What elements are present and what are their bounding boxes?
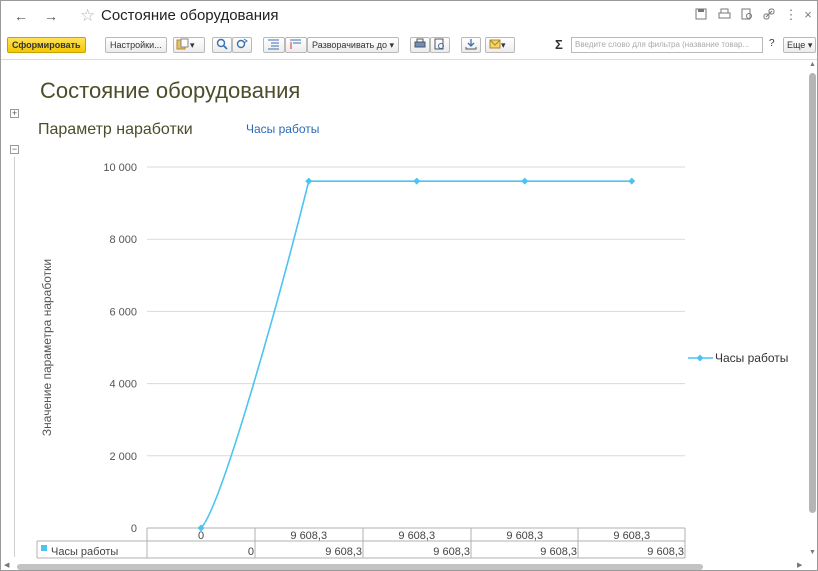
y-tick-label: 2 000 (109, 451, 137, 463)
table-cell-value: 9 608,3 (433, 546, 470, 558)
legend-label: Часы работы (715, 351, 788, 365)
data-point (413, 177, 421, 185)
vertical-scrollbar[interactable]: ▲ ▼ (807, 61, 817, 561)
dropdown-arrow-icon: ▾ (807, 40, 813, 50)
category-tick-label: 9 608,3 (506, 530, 543, 542)
y-axis-label: Значение параметра наработки (40, 259, 54, 436)
data-point (521, 177, 529, 185)
legend-marker (696, 354, 704, 362)
y-tick-label: 8 000 (109, 234, 137, 246)
vertical-scroll-thumb[interactable] (809, 73, 816, 513)
y-tick-label: 6 000 (109, 306, 137, 318)
table-row-label: Часы работы (51, 546, 118, 558)
table-legend-swatch (41, 545, 47, 551)
data-point (628, 177, 636, 185)
y-tick-label: 10 000 (103, 162, 137, 174)
category-tick-label: 0 (198, 530, 204, 542)
table-cell-value: 0 (248, 546, 254, 558)
scroll-up-icon[interactable]: ▲ (809, 61, 816, 68)
table-cell-value: 9 608,3 (540, 546, 577, 558)
table-cell-value: 9 608,3 (325, 546, 362, 558)
report-window: ← → ☆ Состояние оборудования ⋮ × Сформир… (0, 0, 818, 571)
scroll-down-icon[interactable]: ▼ (809, 549, 816, 556)
series-line (200, 180, 632, 529)
y-tick-label: 4 000 (109, 379, 137, 391)
category-tick-label: 9 608,3 (613, 530, 650, 542)
data-point (305, 177, 313, 185)
y-tick-label: 0 (131, 523, 137, 535)
category-tick-label: 9 608,3 (398, 530, 435, 542)
scroll-left-icon[interactable]: ◀ (4, 561, 9, 569)
chart: 0 2 000 4 000 6 000 8 000 10 000 Значение пара… (36, 162, 788, 559)
scroll-right-icon[interactable]: ▶ (797, 561, 802, 569)
category-tick-label: 9 608,3 (290, 530, 327, 542)
table-cell-value: 9 608,3 (647, 546, 684, 558)
horizontal-scrollbar[interactable]: ◀ ▶ (1, 561, 807, 570)
horizontal-scroll-thumb[interactable] (17, 564, 703, 570)
